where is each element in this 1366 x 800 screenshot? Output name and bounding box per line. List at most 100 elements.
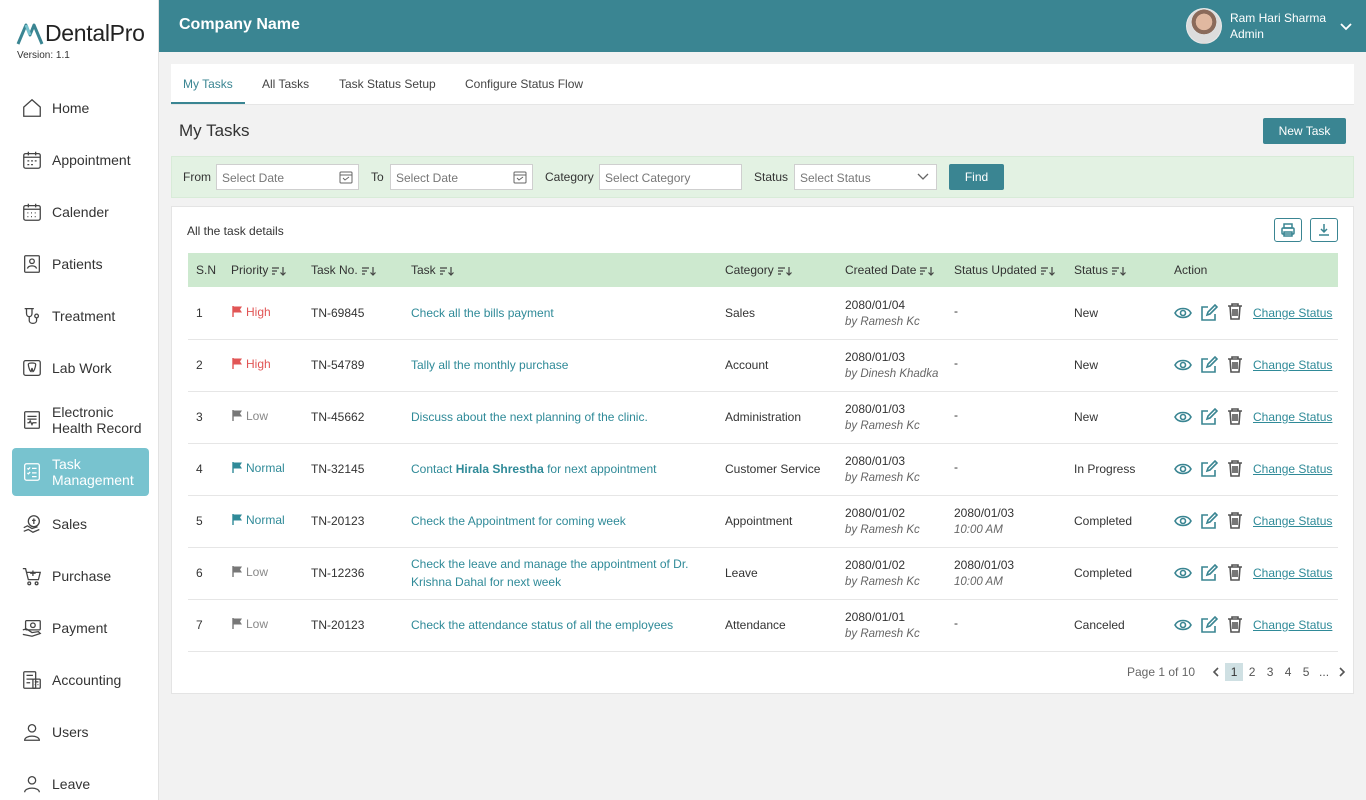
logo[interactable]: DentalPro bbox=[16, 20, 145, 47]
delete-icon[interactable] bbox=[1226, 511, 1244, 529]
view-icon[interactable] bbox=[1174, 304, 1192, 322]
page-button-5[interactable]: 5 bbox=[1297, 663, 1315, 681]
cell-action: Change Status bbox=[1166, 287, 1338, 339]
task-link[interactable]: Check the Appointment for coming week bbox=[403, 495, 717, 547]
task-table: S.N Priority Task No. Task Category Crea… bbox=[188, 253, 1338, 652]
view-icon[interactable] bbox=[1174, 356, 1192, 374]
change-status-link[interactable]: Change Status bbox=[1253, 410, 1332, 424]
tab-configure-status-flow[interactable]: Configure Status Flow bbox=[465, 77, 583, 91]
cell-category: Administration bbox=[725, 410, 802, 424]
view-icon[interactable] bbox=[1174, 616, 1192, 634]
delete-icon[interactable] bbox=[1226, 407, 1244, 425]
column-header-task-no[interactable]: Task No. bbox=[303, 253, 403, 287]
sidebar-item-electronic-health-record[interactable]: Electronic Health Record bbox=[0, 394, 158, 446]
change-status-link[interactable]: Change Status bbox=[1253, 514, 1332, 528]
page-button-1[interactable]: 1 bbox=[1225, 663, 1244, 681]
from-date-input[interactable]: Select Date bbox=[216, 164, 359, 190]
sort-icon[interactable] bbox=[1111, 266, 1127, 276]
edit-icon[interactable] bbox=[1200, 408, 1218, 426]
page-button-2[interactable]: 2 bbox=[1243, 663, 1261, 681]
column-header-priority[interactable]: Priority bbox=[223, 253, 303, 287]
task-table-card: All the task details S.N Priority Task N… bbox=[171, 206, 1354, 694]
next-page-button[interactable] bbox=[1333, 663, 1351, 681]
sidebar-item-label: Leave bbox=[52, 776, 91, 792]
chevron-down-icon[interactable] bbox=[1340, 20, 1352, 32]
change-status-link[interactable]: Change Status bbox=[1253, 306, 1332, 320]
cell-category: Account bbox=[725, 358, 769, 372]
view-icon[interactable] bbox=[1174, 460, 1192, 478]
column-header-created-date[interactable]: Created Date bbox=[837, 253, 946, 287]
sidebar-item-patients[interactable]: Patients bbox=[0, 238, 158, 290]
prev-page-button[interactable] bbox=[1207, 663, 1225, 681]
to-date-input[interactable]: Select Date bbox=[390, 164, 533, 190]
sidebar-item-task-management[interactable]: Task Management bbox=[12, 448, 149, 496]
sidebar-item-appointment[interactable]: Appointment bbox=[0, 134, 158, 186]
status-select[interactable]: Select Status bbox=[794, 164, 937, 190]
tab-task-status-setup[interactable]: Task Status Setup bbox=[339, 77, 436, 91]
calendar-icon[interactable] bbox=[513, 170, 527, 184]
edit-icon[interactable] bbox=[1200, 356, 1218, 374]
page-button-3[interactable]: 3 bbox=[1261, 663, 1279, 681]
page-button-4[interactable]: 4 bbox=[1279, 663, 1297, 681]
user-menu[interactable]: Ram Hari Sharma Admin bbox=[1185, 8, 1352, 44]
task-link[interactable]: Check all the bills payment bbox=[403, 287, 717, 339]
delete-icon[interactable] bbox=[1226, 563, 1244, 581]
task-link[interactable]: Check the leave and manage the appointme… bbox=[403, 547, 717, 599]
sidebar-item-lab-work[interactable]: Lab Work bbox=[0, 342, 158, 394]
print-button[interactable] bbox=[1274, 218, 1302, 242]
column-header-status-updated[interactable]: Status Updated bbox=[946, 253, 1066, 287]
sidebar-item-sales[interactable]: Sales bbox=[0, 498, 158, 550]
task-link[interactable]: Discuss about the next planning of the c… bbox=[403, 391, 717, 443]
view-icon[interactable] bbox=[1174, 408, 1192, 426]
sidebar-item-payment[interactable]: Payment bbox=[0, 602, 158, 654]
sidebar-item-accounting[interactable]: Accounting bbox=[0, 654, 158, 706]
task-icon bbox=[20, 460, 44, 484]
sort-icon[interactable] bbox=[777, 266, 793, 276]
delete-icon[interactable] bbox=[1226, 615, 1244, 633]
delete-icon[interactable] bbox=[1226, 302, 1244, 321]
cell-priority: High bbox=[223, 287, 303, 339]
cell-status: Completed bbox=[1074, 566, 1133, 580]
category-input[interactable]: Select Category bbox=[599, 164, 742, 190]
edit-icon[interactable] bbox=[1200, 616, 1218, 634]
sidebar-item-treatment[interactable]: Treatment bbox=[0, 290, 158, 342]
table-header-row: S.N Priority Task No. Task Category Crea… bbox=[188, 253, 1338, 287]
sort-icon[interactable] bbox=[1040, 266, 1056, 276]
column-header-category[interactable]: Category bbox=[717, 253, 837, 287]
avatar[interactable] bbox=[1185, 8, 1222, 44]
tab-all-tasks[interactable]: All Tasks bbox=[262, 77, 309, 91]
new-task-button[interactable]: New Task bbox=[1263, 118, 1346, 144]
download-icon bbox=[1319, 224, 1329, 236]
column-header-task[interactable]: Task bbox=[403, 253, 717, 287]
sidebar-item-calender[interactable]: Calender bbox=[0, 186, 158, 238]
change-status-link[interactable]: Change Status bbox=[1253, 462, 1332, 476]
change-status-link[interactable]: Change Status bbox=[1253, 358, 1332, 372]
edit-icon[interactable] bbox=[1200, 512, 1218, 530]
change-status-link[interactable]: Change Status bbox=[1253, 566, 1332, 580]
delete-icon[interactable] bbox=[1226, 459, 1244, 477]
find-button[interactable]: Find bbox=[949, 164, 1004, 190]
download-button[interactable] bbox=[1310, 218, 1338, 242]
task-link[interactable]: Contact Hirala Shrestha for next appoint… bbox=[403, 443, 717, 495]
edit-icon[interactable] bbox=[1200, 460, 1218, 478]
task-link[interactable]: Tally all the monthly purchase bbox=[403, 339, 717, 391]
sort-icon[interactable] bbox=[361, 266, 377, 276]
view-icon[interactable] bbox=[1174, 512, 1192, 530]
sidebar-item-leave[interactable]: Leave bbox=[0, 758, 158, 800]
change-status-link[interactable]: Change Status bbox=[1253, 618, 1332, 632]
priority-label: High bbox=[246, 356, 271, 371]
sidebar-item-purchase[interactable]: Purchase bbox=[0, 550, 158, 602]
edit-icon[interactable] bbox=[1200, 564, 1218, 582]
calendar-icon[interactable] bbox=[339, 170, 353, 184]
view-icon[interactable] bbox=[1174, 564, 1192, 582]
sidebar-item-users[interactable]: Users bbox=[0, 706, 158, 758]
sidebar-item-home[interactable]: Home bbox=[0, 82, 158, 134]
sort-icon[interactable] bbox=[271, 266, 287, 276]
column-header-status[interactable]: Status bbox=[1066, 253, 1166, 287]
edit-icon[interactable] bbox=[1200, 303, 1218, 322]
sort-icon[interactable] bbox=[439, 266, 455, 276]
delete-icon[interactable] bbox=[1226, 355, 1244, 373]
task-link[interactable]: Check the attendance status of all the e… bbox=[403, 599, 717, 651]
tab-my-tasks[interactable]: My Tasks bbox=[183, 77, 233, 91]
sort-icon[interactable] bbox=[919, 266, 935, 276]
